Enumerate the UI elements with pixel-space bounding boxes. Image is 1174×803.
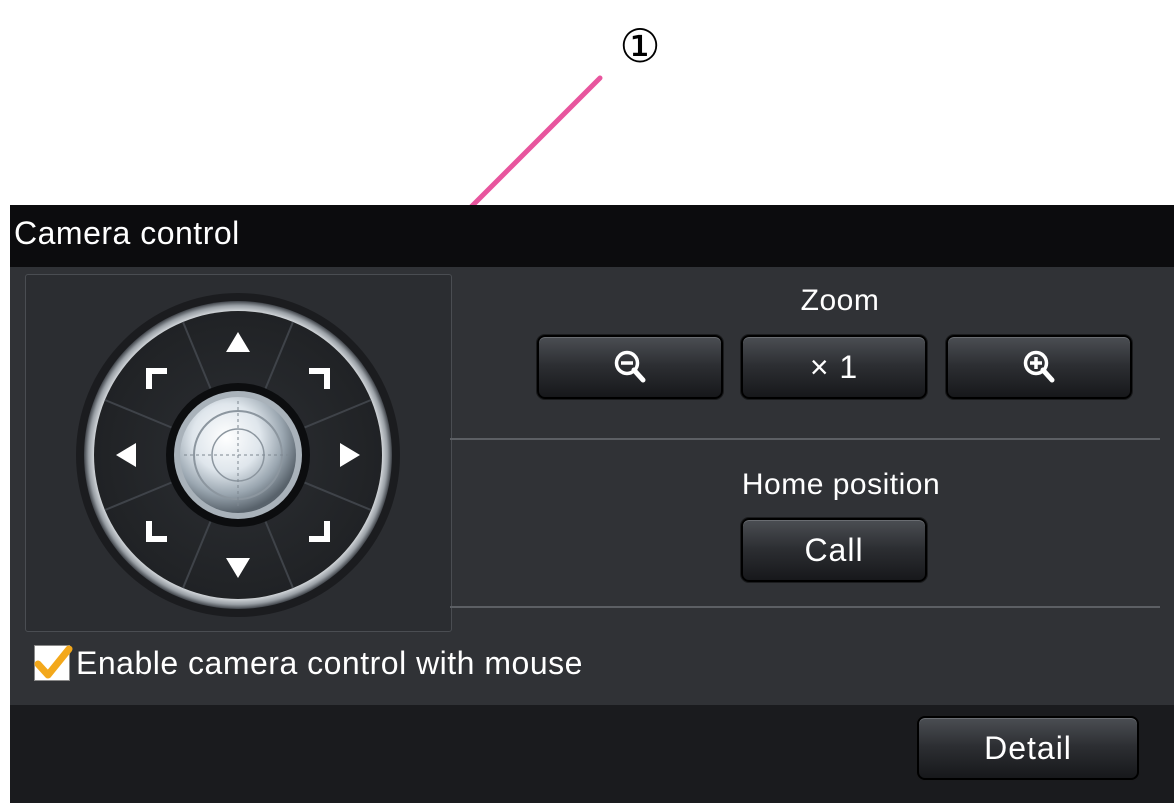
zoom-reset-button[interactable]: × 1 — [741, 335, 927, 399]
zoom-in-icon — [1023, 350, 1055, 383]
zoom-in-button[interactable] — [946, 335, 1132, 399]
home-call-button[interactable]: Call — [741, 518, 927, 582]
zoom-divider — [450, 438, 1160, 440]
mouse-control-label: Enable camera control with mouse — [76, 644, 583, 681]
ptz-pad — [76, 293, 400, 617]
detail-button[interactable]: Detail — [917, 716, 1139, 780]
checkmark-icon — [34, 645, 73, 679]
zoom-label: Zoom — [800, 284, 880, 317]
panel-header: Camera control — [10, 205, 1174, 267]
mouse-control-checkbox[interactable] — [34, 645, 73, 681]
mouse-control-row[interactable]: Enable camera control with mouse — [34, 641, 583, 685]
zoom-out-button[interactable] — [537, 335, 723, 399]
panel-title: Camera control — [14, 215, 240, 251]
callout-number: ① — [619, 19, 661, 73]
ptz-control-box — [25, 274, 452, 632]
camera-control-panel: Camera control Zoom × 1 Home position Ca… — [10, 205, 1174, 803]
home-position-label: Home position — [741, 468, 941, 501]
home-divider — [450, 606, 1160, 608]
zoom-out-icon — [614, 350, 646, 383]
screenshot-root: ① Camera control Zoom × 1 Home position … — [0, 0, 1174, 803]
